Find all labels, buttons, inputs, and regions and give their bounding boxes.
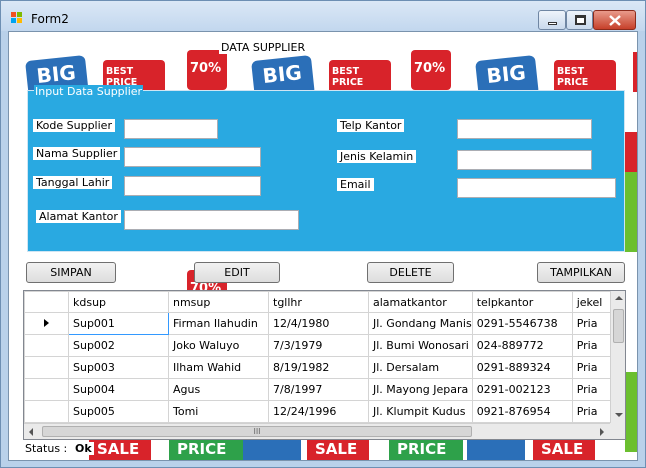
column-header-alamatkantor[interactable]: alamatkantor (368, 291, 473, 313)
email-label: Email (337, 178, 374, 191)
table-cell[interactable]: Sup001 (68, 312, 169, 335)
scroll-right-icon[interactable] (600, 428, 604, 436)
table-cell[interactable]: 12/24/1996 (268, 400, 369, 423)
table-cell[interactable]: Jl. Klumpit Kudus (368, 400, 473, 423)
table-row[interactable]: Sup005 Tomi 12/24/1996 Jl. Klumpit Kudus… (24, 400, 615, 423)
window-title: Form2 (31, 12, 69, 26)
tanggal-lahir-label: Tanggal Lahir (33, 176, 113, 189)
supplier-data-grid[interactable]: kdsup nmsup tgllhr alamatkantor telpkant… (23, 290, 626, 440)
table-cell[interactable]: Pria (571, 312, 615, 335)
table-cell[interactable]: Joko Waluyo (168, 334, 269, 357)
form-client-area: DATA SUPPLIER Input Data Supplier Kode S… (8, 31, 638, 461)
form-heading: DATA SUPPLIER (219, 41, 308, 54)
row-header[interactable] (24, 334, 69, 357)
simpan-button[interactable]: SIMPAN (26, 262, 116, 283)
nama-supplier-label: Nama Supplier (33, 147, 121, 160)
table-cell[interactable]: Pria (571, 356, 615, 379)
app-window: Form2 BIG BEST PRICE 70% BIG BEST PRICE … (0, 0, 646, 468)
delete-button[interactable]: DELETE (367, 262, 454, 283)
kode-supplier-input[interactable] (124, 119, 218, 139)
row-header[interactable] (24, 378, 69, 401)
close-icon (609, 15, 621, 26)
supplier-table: kdsup nmsup tgllhr alamatkantor telpkant… (24, 291, 615, 423)
table-cell[interactable]: 024-889772 (471, 334, 573, 357)
column-header-kdsup[interactable]: kdsup (68, 291, 169, 313)
scroll-down-icon[interactable] (615, 413, 623, 417)
table-cell[interactable]: 7/8/1997 (268, 378, 369, 401)
scrollbar-corner (610, 423, 625, 439)
table-cell[interactable]: Jl. Dersalam (368, 356, 473, 379)
minimize-button[interactable] (538, 10, 566, 30)
table-header-row: kdsup nmsup tgllhr alamatkantor telpkant… (24, 291, 615, 313)
row-header[interactable] (24, 312, 69, 335)
app-icon (11, 12, 23, 24)
table-row[interactable]: Sup004 Agus 7/8/1997 Jl. Mayong Jepara 0… (24, 378, 615, 401)
tanggal-lahir-input[interactable] (124, 176, 261, 196)
current-row-arrow-icon (44, 319, 49, 327)
scroll-grip: III (253, 427, 261, 436)
table-cell[interactable]: Jl. Gondang Manis (368, 312, 473, 335)
input-data-supplier-group: Input Data Supplier Kode Supplier Nama S… (27, 85, 625, 252)
nama-supplier-input[interactable] (124, 147, 261, 167)
table-cell[interactable]: Sup004 (68, 378, 169, 401)
table-cell[interactable]: 0921-876954 (471, 400, 573, 423)
column-header-nmsup[interactable]: nmsup (168, 291, 269, 313)
alamat-kantor-label: Alamat Kantor (36, 210, 121, 223)
column-header-telpkantor[interactable]: telpkantor (471, 291, 573, 313)
table-cell[interactable]: Agus (168, 378, 269, 401)
table-cell[interactable]: 0291-5546738 (471, 312, 573, 335)
table-cell[interactable]: 12/4/1980 (268, 312, 369, 335)
close-button[interactable] (593, 10, 636, 30)
table-cell[interactable]: Ilham Wahid (168, 356, 269, 379)
vertical-scroll-thumb[interactable] (613, 309, 624, 343)
table-cell[interactable]: 0291-889324 (471, 356, 573, 379)
horizontal-scroll-thumb[interactable]: III (42, 426, 472, 437)
table-row[interactable]: Sup001 Firman Ilahudin 12/4/1980 Jl. Gon… (24, 312, 615, 335)
table-row[interactable]: Sup003 Ilham Wahid 8/19/1982 Jl. Dersala… (24, 356, 615, 379)
table-cell[interactable]: 0291-002123 (471, 378, 573, 401)
table-cell[interactable]: Jl. Mayong Jepara (368, 378, 473, 401)
email-input[interactable] (457, 178, 616, 198)
table-cell[interactable]: Firman Ilahudin (168, 312, 269, 335)
row-header-corner (24, 291, 69, 313)
status-label: Status : (23, 442, 70, 455)
table-cell[interactable]: Pria (571, 378, 615, 401)
scroll-left-icon[interactable] (29, 428, 33, 436)
table-cell[interactable]: Pria (571, 334, 615, 357)
vertical-scrollbar[interactable] (610, 291, 625, 423)
table-row[interactable]: Sup002 Joko Waluyo 7/3/1979 Jl. Bumi Won… (24, 334, 615, 357)
table-cell[interactable]: 8/19/1982 (268, 356, 369, 379)
group-title: Input Data Supplier (34, 85, 144, 98)
table-cell[interactable]: Sup002 (68, 334, 169, 357)
jenis-kelamin-label: Jenis Kelamin (337, 150, 417, 163)
minimize-icon (548, 22, 557, 25)
tampilkan-button[interactable]: TAMPILKAN (537, 262, 625, 283)
maximize-button[interactable] (566, 10, 593, 30)
telp-kantor-label: Telp Kantor (337, 119, 405, 132)
column-header-jekel[interactable]: jekel (571, 291, 615, 313)
table-cell[interactable]: Jl. Bumi Wonosari (368, 334, 473, 357)
status-value: Ok (73, 442, 94, 455)
row-header[interactable] (24, 356, 69, 379)
table-cell[interactable]: 7/3/1979 (268, 334, 369, 357)
edit-button[interactable]: EDIT (194, 262, 280, 283)
scroll-up-icon[interactable] (615, 296, 623, 300)
title-bar[interactable]: Form2 (1, 1, 645, 31)
row-header[interactable] (24, 400, 69, 423)
alamat-kantor-input[interactable] (124, 210, 299, 230)
table-cell[interactable]: Tomi (168, 400, 269, 423)
maximize-icon (575, 15, 586, 25)
telp-kantor-input[interactable] (457, 119, 592, 139)
kode-supplier-label: Kode Supplier (33, 119, 115, 132)
table-cell[interactable]: Pria (571, 400, 615, 423)
table-cell[interactable]: Sup003 (68, 356, 169, 379)
column-header-tgllhr[interactable]: tgllhr (268, 291, 369, 313)
table-cell[interactable]: Sup005 (68, 400, 169, 423)
horizontal-scrollbar[interactable]: III (24, 423, 610, 439)
jenis-kelamin-input[interactable] (457, 150, 592, 170)
